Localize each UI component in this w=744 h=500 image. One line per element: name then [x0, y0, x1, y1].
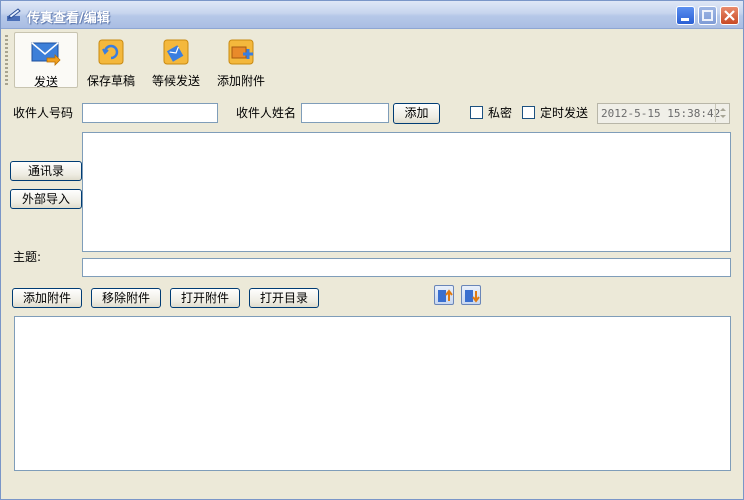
attachment-list[interactable] [14, 316, 731, 471]
address-book-button[interactable]: 通讯录 [10, 161, 82, 181]
remove-attachment-button[interactable]: 移除附件 [91, 288, 161, 308]
send-button[interactable]: 发送 [14, 32, 78, 89]
private-label: 私密 [488, 106, 513, 120]
recipient-name-input[interactable] [301, 103, 389, 123]
private-checkbox[interactable] [470, 106, 483, 119]
scheduled-send-label: 定时发送 [540, 106, 589, 120]
toolbar: 发送 保存草稿 等候发送 添加附件 [1, 29, 743, 89]
add-attachment-toolbar-button[interactable]: 添加附件 [213, 32, 269, 88]
subject-input[interactable] [82, 258, 731, 277]
fax-window: 传真查看/编辑 发送 保存草稿 等候发送 添加附件 收件人号码 收件人姓名 添加… [0, 0, 744, 500]
move-down-icon[interactable] [461, 285, 481, 305]
recipient-number-label: 收件人号码 [13, 106, 74, 120]
add-attachment-label: 添加附件 [216, 74, 265, 88]
wait-send-icon [161, 37, 191, 67]
scheduled-datetime-value: 2012-5-15 15:38:42 [601, 107, 721, 120]
wait-send-button[interactable]: 等候发送 [148, 32, 204, 88]
recipient-name-label: 收件人姓名 [236, 106, 297, 120]
save-draft-label: 保存草稿 [86, 74, 135, 88]
recipient-number-input[interactable] [82, 103, 218, 123]
window-title: 传真查看/编辑 [27, 11, 110, 26]
open-attachment-button[interactable]: 打开附件 [170, 288, 240, 308]
add-attachment-button[interactable]: 添加附件 [12, 288, 82, 308]
maximize-button[interactable] [698, 6, 717, 25]
add-recipient-button[interactable]: 添加 [393, 103, 440, 124]
external-import-button[interactable]: 外部导入 [10, 189, 82, 209]
add-attachment-icon [226, 37, 256, 67]
close-button[interactable] [720, 6, 739, 25]
save-draft-icon [96, 37, 126, 67]
datetime-spin-control[interactable] [715, 104, 729, 122]
envelope-send-icon [31, 38, 61, 68]
toolbar-grip[interactable] [5, 35, 8, 85]
save-draft-button[interactable]: 保存草稿 [84, 32, 138, 88]
scheduled-datetime-picker[interactable]: 2012-5-15 15:38:42 [597, 103, 730, 124]
subject-label: 主题: [13, 250, 42, 264]
title-bar[interactable]: 传真查看/编辑 [1, 1, 743, 29]
scheduled-send-checkbox[interactable] [522, 106, 535, 119]
move-up-icon[interactable] [434, 285, 454, 305]
send-label: 发送 [33, 75, 58, 89]
minimize-button[interactable] [676, 6, 695, 25]
wait-send-label: 等候发送 [151, 74, 200, 88]
recipients-list[interactable] [82, 132, 731, 252]
open-directory-button[interactable]: 打开目录 [249, 288, 319, 308]
fax-app-icon [6, 7, 22, 23]
